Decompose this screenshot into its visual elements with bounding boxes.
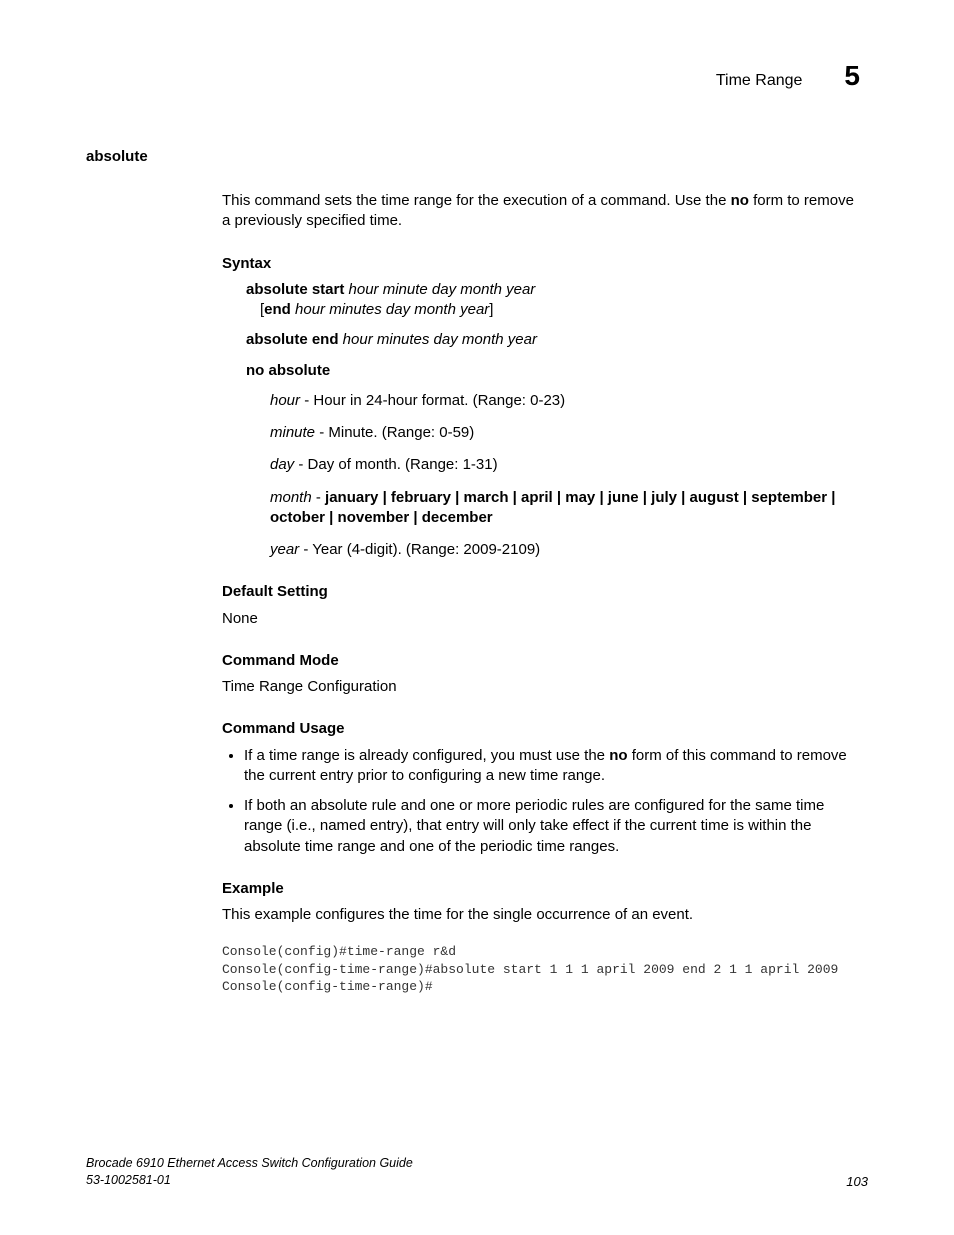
syntax3-bold: absolute end bbox=[246, 331, 339, 348]
syntax2-close: ] bbox=[489, 301, 493, 318]
param-year-desc: - Year (4-digit). (Range: 2009-2109) bbox=[299, 541, 540, 558]
syntax3-italic: hour minutes day month year bbox=[339, 331, 537, 348]
param-year-name: year bbox=[270, 541, 299, 558]
params-block: hour - Hour in 24-hour format. (Range: 0… bbox=[270, 391, 860, 561]
syntax2-italic: hour minutes day month year bbox=[291, 301, 489, 318]
content-body: This command sets the time range for the… bbox=[222, 191, 860, 996]
usage1-bold: no bbox=[609, 747, 627, 764]
param-hour: hour - Hour in 24-hour format. (Range: 0… bbox=[270, 391, 860, 411]
syntax-line-2: [end hour minutes day month year] bbox=[260, 300, 860, 320]
intro-paragraph: This command sets the time range for the… bbox=[222, 191, 860, 232]
syntax-line-1: absolute start hour minute day month yea… bbox=[246, 280, 860, 321]
param-hour-name: hour bbox=[270, 392, 300, 409]
page: Time Range 5 absolute This command sets … bbox=[0, 0, 954, 1235]
syntax-line-3: absolute end hour minutes day month year bbox=[246, 330, 860, 350]
syntax2-bold: end bbox=[264, 301, 291, 318]
default-text: None bbox=[222, 609, 860, 629]
usage-list: If a time range is already configured, y… bbox=[222, 746, 860, 857]
syntax-heading: Syntax bbox=[222, 254, 860, 274]
mode-text: Time Range Configuration bbox=[222, 677, 860, 697]
usage1-pre: If a time range is already configured, y… bbox=[244, 747, 609, 764]
default-heading: Default Setting bbox=[222, 582, 860, 602]
param-hour-desc: - Hour in 24-hour format. (Range: 0-23) bbox=[300, 392, 565, 409]
usage-item-2: If both an absolute rule and one or more… bbox=[244, 796, 860, 857]
chapter-number: 5 bbox=[844, 60, 860, 92]
param-day-name: day bbox=[270, 456, 294, 473]
param-minute-desc: - Minute. (Range: 0-59) bbox=[315, 424, 474, 441]
syntax-block: absolute start hour minute day month yea… bbox=[246, 280, 860, 381]
header-title: Time Range bbox=[716, 72, 803, 90]
page-header: Time Range 5 bbox=[86, 60, 868, 92]
param-minute: minute - Minute. (Range: 0-59) bbox=[270, 423, 860, 443]
example-text: This example configures the time for the… bbox=[222, 905, 860, 925]
example-code: Console(config)#time-range r&d Console(c… bbox=[222, 943, 860, 996]
param-month-sep: - bbox=[312, 489, 325, 506]
footer-doc-number: 53-1002581-01 bbox=[86, 1172, 413, 1189]
syntax1-bold: absolute start bbox=[246, 281, 344, 298]
param-month-name: month bbox=[270, 489, 312, 506]
param-minute-name: minute bbox=[270, 424, 315, 441]
mode-heading: Command Mode bbox=[222, 651, 860, 671]
syntax-line-4: no absolute bbox=[246, 361, 860, 381]
syntax1-italic: hour minute day month year bbox=[344, 281, 535, 298]
usage-item-1: If a time range is already configured, y… bbox=[244, 746, 860, 787]
syntax4-bold: no absolute bbox=[246, 362, 330, 379]
footer-page-number: 103 bbox=[846, 1174, 868, 1189]
param-month-bold: january | february | march | april | may… bbox=[270, 489, 835, 526]
param-day-desc: - Day of month. (Range: 1-31) bbox=[294, 456, 497, 473]
param-day: day - Day of month. (Range: 1-31) bbox=[270, 455, 860, 475]
page-footer: Brocade 6910 Ethernet Access Switch Conf… bbox=[86, 1155, 868, 1189]
example-heading: Example bbox=[222, 879, 860, 899]
param-year: year - Year (4-digit). (Range: 2009-2109… bbox=[270, 540, 860, 560]
usage-heading: Command Usage bbox=[222, 719, 860, 739]
intro-no: no bbox=[731, 192, 749, 209]
command-name: absolute bbox=[86, 148, 868, 165]
footer-doc-title: Brocade 6910 Ethernet Access Switch Conf… bbox=[86, 1155, 413, 1172]
intro-pre: This command sets the time range for the… bbox=[222, 192, 731, 209]
footer-left: Brocade 6910 Ethernet Access Switch Conf… bbox=[86, 1155, 413, 1189]
param-month: month - january | february | march | apr… bbox=[270, 488, 860, 529]
